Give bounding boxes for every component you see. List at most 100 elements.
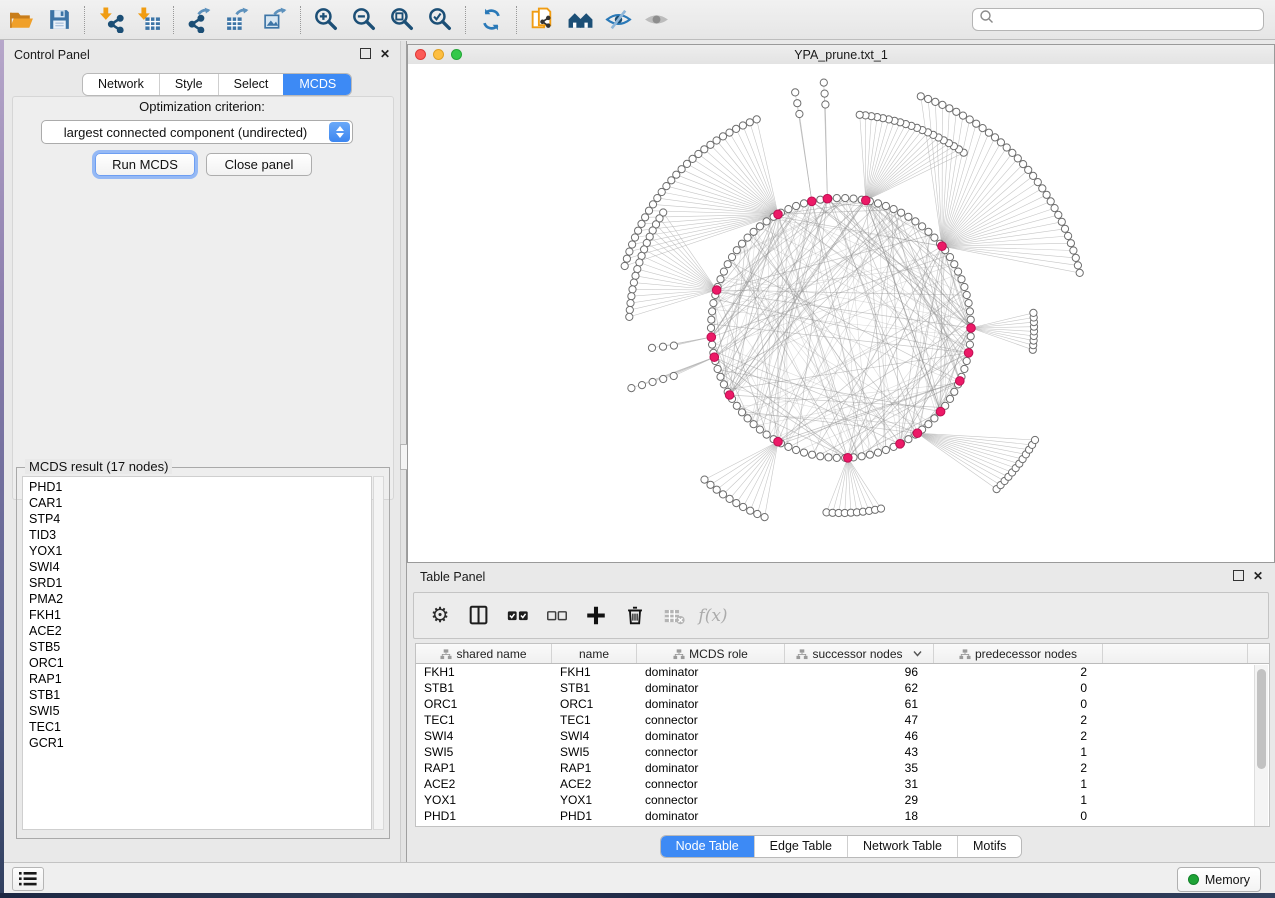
cell[interactable]: 62 [785,680,934,696]
mcds-hub-node[interactable] [844,454,853,463]
cell[interactable]: 2 [934,712,1103,728]
cell[interactable]: dominator [637,696,785,712]
cell[interactable]: RAP1 [416,760,552,776]
mcds-hub-node[interactable] [774,210,783,219]
optimization-criterion-select[interactable]: largest connected component (undirected) [41,120,353,144]
mcds-hub-node[interactable] [712,286,721,295]
memory-button[interactable]: Memory [1177,867,1261,892]
table-scrollbar[interactable] [1254,665,1268,827]
close-panel-button[interactable]: Close panel [206,153,312,176]
mcds-hub-node[interactable] [936,407,945,416]
cell[interactable]: connector [637,776,785,792]
mcds-hub-node[interactable] [913,429,922,438]
mcds-result-item[interactable]: SRD1 [29,575,371,591]
search-input[interactable] [995,10,1263,30]
mcds-result-item[interactable]: FKH1 [29,607,371,623]
mcds-hub-node[interactable] [862,196,871,205]
houses-icon[interactable] [565,5,595,35]
cell[interactable]: 2 [934,760,1103,776]
cell[interactable]: YOX1 [416,792,552,808]
cell[interactable]: 0 [934,808,1103,824]
table-row-ORC1[interactable]: ORC1ORC1dominator610 [416,696,1269,712]
mcds-result-item[interactable]: PHD1 [29,479,371,495]
cell[interactable]: YOX1 [552,792,637,808]
cell[interactable]: connector [637,792,785,808]
table-row-YOX1[interactable]: YOX1YOX1connector291 [416,792,1269,808]
export-image-icon[interactable] [260,5,290,35]
float-panel-icon[interactable] [360,48,371,59]
add-row-icon[interactable] [584,604,608,628]
table-row-RAP1[interactable]: RAP1RAP1dominator352 [416,760,1269,776]
column-header-name[interactable]: name [552,644,637,663]
cell[interactable]: FKH1 [416,664,552,680]
cell[interactable] [1103,696,1248,712]
refresh-icon[interactable] [476,5,506,35]
table-row-PHD1[interactable]: PHD1PHD1dominator180 [416,808,1269,824]
cell[interactable]: RAP1 [552,760,637,776]
gear-icon[interactable]: ⚙ [428,604,452,628]
zoom-fit-icon[interactable] [387,5,417,35]
mcds-hub-node[interactable] [774,437,783,446]
table-row-TEC1[interactable]: TEC1TEC1connector472 [416,712,1269,728]
network-canvas[interactable] [408,64,1274,562]
mcds-result-item[interactable]: STP4 [29,511,371,527]
cell[interactable]: PHD1 [552,808,637,824]
float-table-panel-icon[interactable] [1233,570,1244,581]
hide-selected-icon[interactable] [603,5,633,35]
mcds-result-item[interactable]: SWI4 [29,559,371,575]
mcds-result-item[interactable]: STB5 [29,639,371,655]
cell[interactable]: 1 [934,776,1103,792]
table-scrollbar-thumb[interactable] [1257,669,1266,769]
close-table-panel-icon[interactable]: ✕ [1253,571,1263,581]
cell[interactable] [1103,760,1248,776]
cell[interactable]: 1 [934,792,1103,808]
mcds-hub-node[interactable] [808,197,817,206]
import-network-icon[interactable] [95,5,125,35]
mcds-hub-node[interactable] [823,194,832,203]
column-header-shared-name[interactable]: shared name [416,644,552,663]
cell[interactable]: 43 [785,744,934,760]
cell[interactable]: STB1 [416,680,552,696]
tab-motifs[interactable]: Motifs [957,836,1021,857]
cell[interactable] [1103,792,1248,808]
tab-node-table[interactable]: Node Table [661,836,754,857]
mcds-hub-node[interactable] [964,349,973,358]
cell[interactable]: SWI5 [416,744,552,760]
mcds-result-item[interactable]: YOX1 [29,543,371,559]
tab-mcds[interactable]: MCDS [283,74,351,95]
cell[interactable]: STB1 [552,680,637,696]
cell[interactable]: ACE2 [416,776,552,792]
zoom-selected-icon[interactable] [425,5,455,35]
mcds-result-item[interactable]: PMA2 [29,591,371,607]
mcds-result-item[interactable]: ORC1 [29,655,371,671]
mcds-hub-node[interactable] [967,324,976,333]
cell[interactable]: 2 [934,728,1103,744]
cell[interactable]: 2 [934,664,1103,680]
mcds-result-item[interactable]: GCR1 [29,735,371,751]
new-network-from-selection-icon[interactable] [527,5,557,35]
open-session-icon[interactable] [6,5,36,35]
mcds-result-item[interactable]: SWI5 [29,703,371,719]
cell[interactable]: 1 [934,744,1103,760]
cell[interactable]: ORC1 [552,696,637,712]
cell[interactable]: 61 [785,696,934,712]
cell[interactable]: 31 [785,776,934,792]
tab-edge-table[interactable]: Edge Table [754,836,847,857]
mcds-list-scrollbar[interactable] [373,476,384,830]
cell[interactable]: SWI4 [552,728,637,744]
run-mcds-button[interactable]: Run MCDS [95,153,195,176]
mcds-result-item[interactable]: STB1 [29,687,371,703]
cell[interactable]: dominator [637,680,785,696]
close-panel-icon[interactable]: ✕ [380,49,390,59]
table-row-SWI5[interactable]: SWI5SWI5connector431 [416,744,1269,760]
cell[interactable]: 46 [785,728,934,744]
cell[interactable]: FKH1 [552,664,637,680]
mcds-result-item[interactable]: TEC1 [29,719,371,735]
sort-menu-icon[interactable] [913,650,922,657]
cell[interactable]: SWI5 [552,744,637,760]
column-header-predecessor-nodes[interactable]: predecessor nodes [934,644,1103,663]
tab-network-table[interactable]: Network Table [847,836,957,857]
task-list-button[interactable] [12,867,44,891]
mcds-hub-node[interactable] [896,440,905,449]
mcds-result-item[interactable]: TID3 [29,527,371,543]
